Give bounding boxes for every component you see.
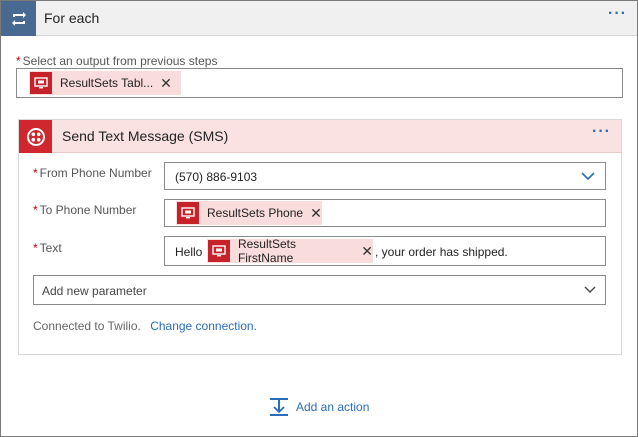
to-phone-token-label: ResultSets Phone xyxy=(207,206,304,220)
sql-monitor-icon xyxy=(177,202,199,224)
add-new-parameter-dropdown[interactable]: Add new parameter xyxy=(33,275,606,305)
text-suffix: , your order has shipped. xyxy=(375,245,508,259)
to-phone-label: * To Phone Number xyxy=(33,203,137,217)
to-phone-field[interactable]: ResultSets Phone ✕ xyxy=(164,199,606,227)
twilio-logo-icon xyxy=(19,120,52,153)
chevron-down-icon[interactable] xyxy=(581,172,595,181)
chevron-down-icon[interactable] xyxy=(584,286,596,294)
for-each-header[interactable]: For each ··· xyxy=(1,1,637,36)
add-step-icon xyxy=(270,398,288,416)
from-phone-label: * From Phone Number xyxy=(33,166,152,180)
send-sms-more-menu[interactable]: ··· xyxy=(592,123,611,141)
send-sms-card: Send Text Message (SMS) ··· * From Phone … xyxy=(18,119,622,355)
from-phone-value: (570) 886-9103 xyxy=(175,170,258,184)
send-sms-title: Send Text Message (SMS) xyxy=(62,128,229,144)
select-output-token[interactable]: ResultSets Tabl... ✕ xyxy=(29,71,181,95)
select-output-token-label: ResultSets Tabl... xyxy=(60,76,154,90)
remove-token-icon[interactable]: ✕ xyxy=(160,75,172,92)
for-each-more-menu[interactable]: ··· xyxy=(608,5,627,23)
connected-text: Connected to Twilio. xyxy=(33,319,141,333)
select-output-label: * Select an output from previous steps xyxy=(16,54,218,68)
remove-token-icon[interactable]: ✕ xyxy=(310,205,322,222)
add-new-parameter-label: Add new parameter xyxy=(42,284,147,298)
text-token-label: ResultSets FirstName xyxy=(237,237,296,265)
text-label: * Text xyxy=(33,241,62,255)
for-each-title: For each xyxy=(44,10,100,26)
required-marker: * xyxy=(16,54,21,68)
text-token[interactable]: ResultSets FirstName ✕ xyxy=(207,237,373,265)
logic-app-designer: For each ··· * Select an output from prev… xyxy=(0,0,638,437)
connection-info: Connected to Twilio. Change connection. xyxy=(33,319,257,333)
change-connection-link[interactable]: Change connection. xyxy=(150,319,257,333)
text-prefix: Hello xyxy=(175,245,203,259)
to-phone-token[interactable]: ResultSets Phone ✕ xyxy=(176,201,322,225)
select-output-field[interactable]: ResultSets Tabl... ✕ xyxy=(16,68,623,98)
sql-monitor-icon xyxy=(208,240,230,262)
send-sms-header[interactable]: Send Text Message (SMS) ··· xyxy=(19,120,621,153)
from-phone-dropdown[interactable]: (570) 886-9103 xyxy=(164,162,606,190)
text-message-field[interactable]: Hello ResultSets FirstName ✕ , your orde… xyxy=(164,236,606,266)
add-action-label: Add an action xyxy=(296,400,370,414)
remove-token-icon[interactable]: ✕ xyxy=(361,243,373,260)
loop-icon xyxy=(1,1,36,36)
sql-monitor-icon xyxy=(30,72,52,94)
add-action-button[interactable]: Add an action xyxy=(269,397,369,417)
